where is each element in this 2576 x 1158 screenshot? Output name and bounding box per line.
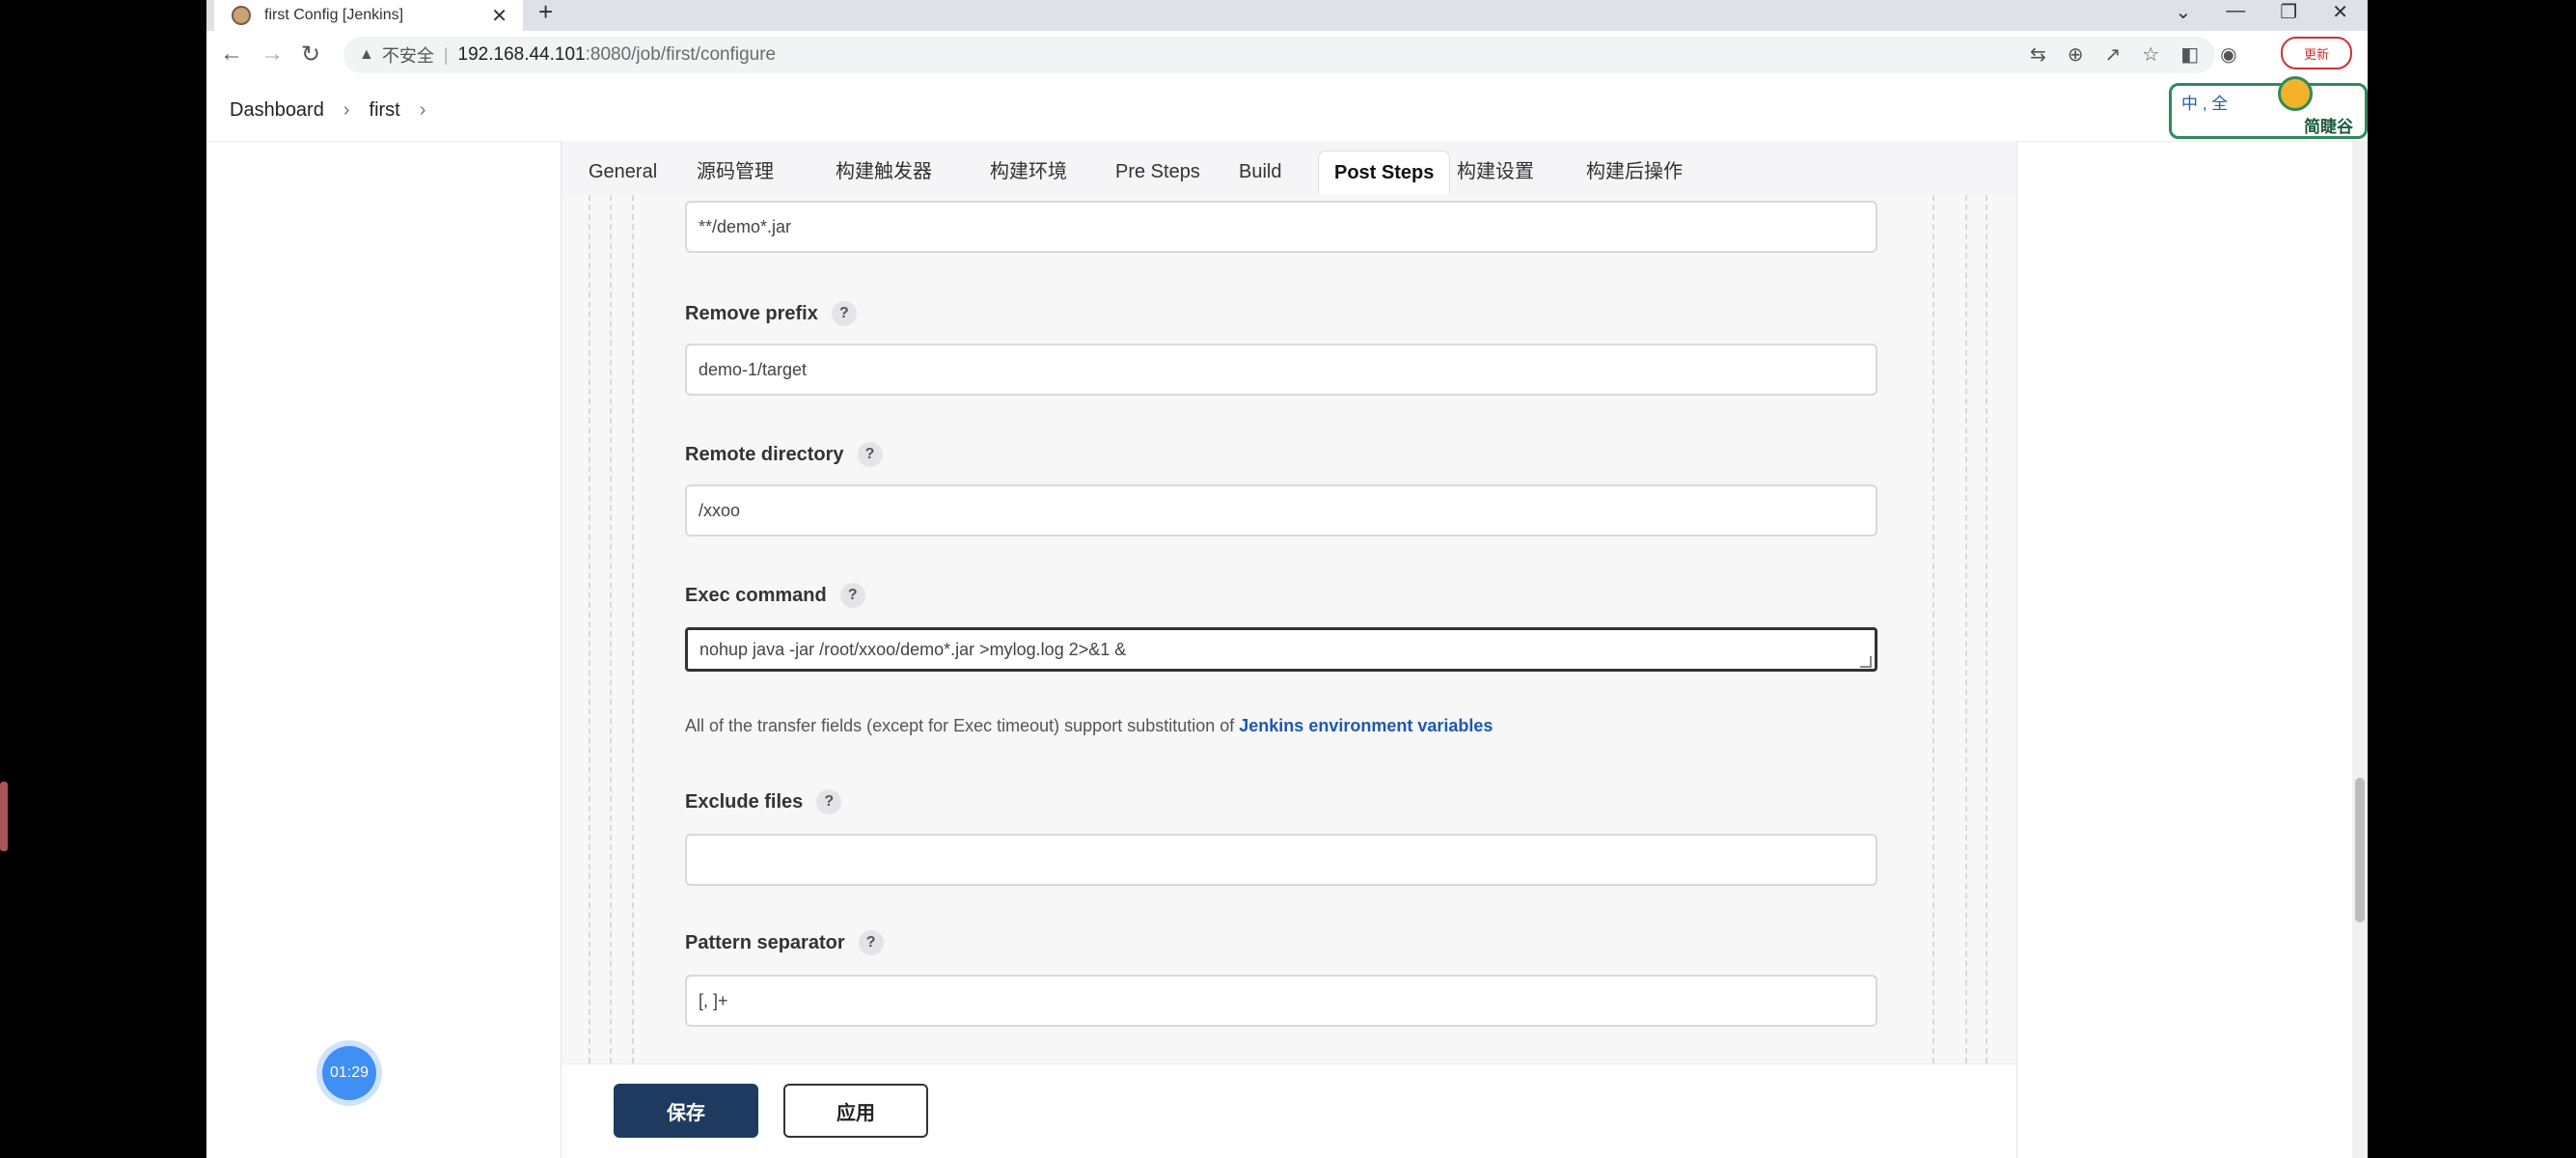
ime-logo-icon bbox=[2278, 76, 2313, 111]
browser-toolbar-icons: ⇆ ⊕ ↗ ☆ ◧ ◉ bbox=[2030, 42, 2237, 67]
forward-button[interactable]: → bbox=[260, 41, 284, 68]
tab-close-icon[interactable]: ✕ bbox=[491, 4, 507, 28]
chevron-right-icon: › bbox=[343, 98, 350, 121]
page-scrollbar[interactable] bbox=[2352, 141, 2368, 1158]
help-icon[interactable]: ? bbox=[831, 301, 857, 326]
profile-icon[interactable]: ◉ bbox=[2220, 42, 2236, 67]
remove-prefix-text: Remove prefix bbox=[685, 302, 818, 324]
warning-icon: ▲ bbox=[359, 46, 374, 63]
chevron-right-icon[interactable]: › bbox=[420, 99, 426, 122]
exec-command-textarea[interactable] bbox=[685, 627, 1877, 672]
tab-search-icon[interactable]: ⌄ bbox=[2176, 0, 2192, 24]
insecure-label[interactable]: 不安全 bbox=[382, 42, 434, 68]
jenkins-favicon-icon bbox=[232, 6, 251, 25]
help-description: All of the transfer fields (except for E… bbox=[685, 716, 1240, 735]
config-tab-bar: General 源码管理 构建触发器 构建环境 Pre Steps Build … bbox=[562, 141, 2016, 195]
share-icon[interactable]: ↗ bbox=[2105, 42, 2122, 67]
exclude-files-text: Exclude files bbox=[685, 790, 804, 813]
tab-build-triggers[interactable]: 构建触发器 bbox=[820, 151, 947, 195]
window-close-icon[interactable]: ✕ bbox=[2332, 0, 2348, 24]
address-bar: ← → ↻ ▲ 不安全 | 192.168.44.101 :8080/job/f… bbox=[206, 31, 2368, 80]
remote-directory-text: Remote directory bbox=[685, 443, 844, 465]
config-panel: General 源码管理 构建触发器 构建环境 Pre Steps Build … bbox=[561, 141, 2017, 1158]
save-button[interactable]: 保存 bbox=[614, 1084, 758, 1138]
recording-timer-badge[interactable]: 01:29 bbox=[322, 1046, 376, 1100]
pattern-separator-input[interactable] bbox=[685, 975, 1877, 1027]
exec-command-text: Exec command bbox=[685, 584, 827, 606]
nesting-guide bbox=[1986, 195, 1987, 1063]
nesting-guide bbox=[632, 195, 634, 1063]
ime-status-text: 中 , 全 bbox=[2181, 95, 2229, 113]
nesting-guide bbox=[1965, 195, 1967, 1063]
nesting-guide bbox=[610, 195, 612, 1063]
remote-directory-input[interactable] bbox=[685, 484, 1877, 537]
omnibox-separator: | bbox=[443, 44, 449, 65]
minimize-icon[interactable]: — bbox=[2226, 0, 2245, 24]
zoom-icon[interactable]: ⊕ bbox=[2068, 42, 2084, 67]
exclude-files-label: Exclude files ? bbox=[685, 789, 842, 814]
tab-post-steps[interactable]: Post Steps bbox=[1318, 151, 1451, 195]
source-files-input[interactable] bbox=[685, 201, 1877, 253]
remote-directory-label: Remote directory ? bbox=[685, 442, 883, 467]
nesting-guide bbox=[589, 195, 590, 1063]
new-tab-button[interactable]: + bbox=[538, 0, 553, 24]
back-button[interactable]: ← bbox=[220, 41, 243, 68]
scrollbar-thumb[interactable] bbox=[2355, 778, 2365, 923]
breadcrumb-first[interactable]: first bbox=[370, 99, 400, 122]
bottom-action-bar: 保存 应用 bbox=[562, 1063, 2016, 1158]
pattern-separator-label: Pattern separator ? bbox=[685, 930, 884, 955]
url-path: :8080/job/first/configure bbox=[585, 44, 777, 65]
resize-handle-icon[interactable] bbox=[1860, 656, 1872, 668]
ime-brand-text: 简睫谷 bbox=[2304, 118, 2353, 136]
tab-strip: first Config [Jenkins] ✕ + ⌄ — ❐ ✕ bbox=[206, 0, 2368, 31]
translate-icon[interactable]: ⇆ bbox=[2030, 42, 2046, 67]
url-host: 192.168.44.101 bbox=[457, 44, 586, 65]
exclude-files-input[interactable] bbox=[685, 834, 1877, 886]
browser-window: first Config [Jenkins] ✕ + ⌄ — ❐ ✕ ← → ↻… bbox=[206, 0, 2368, 1158]
update-button[interactable]: 更新 bbox=[2281, 37, 2352, 69]
nesting-guide bbox=[1932, 195, 1934, 1063]
jenkins-env-variables-link[interactable]: Jenkins environment variables bbox=[1239, 716, 1493, 735]
remove-prefix-input[interactable] bbox=[685, 344, 1877, 396]
breadcrumb-dashboard[interactable]: Dashboard bbox=[230, 99, 324, 122]
remove-prefix-label: Remove prefix ? bbox=[685, 301, 857, 326]
ssh-transfer-set: Remove prefix ? Remote directory ? Exec … bbox=[648, 195, 1903, 1063]
tab-build-settings[interactable]: 构建设置 bbox=[1441, 151, 1549, 195]
window-controls: ⌄ — ❐ ✕ bbox=[2176, 0, 2348, 24]
help-icon[interactable]: ? bbox=[857, 442, 883, 467]
help-icon[interactable]: ? bbox=[858, 930, 884, 955]
breadcrumb: Dashboard › first › bbox=[206, 79, 2368, 142]
tab-title: first Config [Jenkins] bbox=[264, 7, 404, 23]
tab-source-management[interactable]: 源码管理 bbox=[681, 151, 789, 195]
pattern-separator-text: Pattern separator bbox=[685, 931, 845, 953]
tab-build[interactable]: Build bbox=[1223, 151, 1297, 195]
url-field[interactable]: ▲ 不安全 | 192.168.44.101 :8080/job/first/c… bbox=[343, 37, 2215, 73]
exec-command-label: Exec command ? bbox=[685, 583, 865, 608]
ime-toolbar[interactable]: 中 , 全 简睫谷 bbox=[2169, 76, 2368, 139]
env-variables-help: All of the transfer fields (except for E… bbox=[685, 716, 1493, 736]
star-icon[interactable]: ☆ bbox=[2142, 42, 2159, 67]
sidebar-icon[interactable]: ◧ bbox=[2180, 42, 2199, 67]
exec-command-wrapper bbox=[685, 627, 1877, 672]
form-scroll-area[interactable]: Remove prefix ? Remote directory ? Exec … bbox=[562, 195, 2016, 1063]
browser-tab[interactable]: first Config [Jenkins] ✕ bbox=[214, 0, 523, 31]
tab-post-build-actions[interactable]: 构建后操作 bbox=[1571, 151, 1698, 195]
tab-build-environment[interactable]: 构建环境 bbox=[974, 151, 1082, 195]
tab-pre-steps[interactable]: Pre Steps bbox=[1100, 151, 1216, 195]
side-drag-handle[interactable] bbox=[0, 782, 8, 851]
help-icon[interactable]: ? bbox=[839, 583, 865, 608]
restore-icon[interactable]: ❐ bbox=[2280, 0, 2297, 24]
apply-button[interactable]: 应用 bbox=[783, 1084, 928, 1138]
reload-button[interactable]: ↻ bbox=[301, 41, 320, 69]
tab-general[interactable]: General bbox=[573, 151, 672, 195]
help-icon[interactable]: ? bbox=[816, 789, 842, 814]
